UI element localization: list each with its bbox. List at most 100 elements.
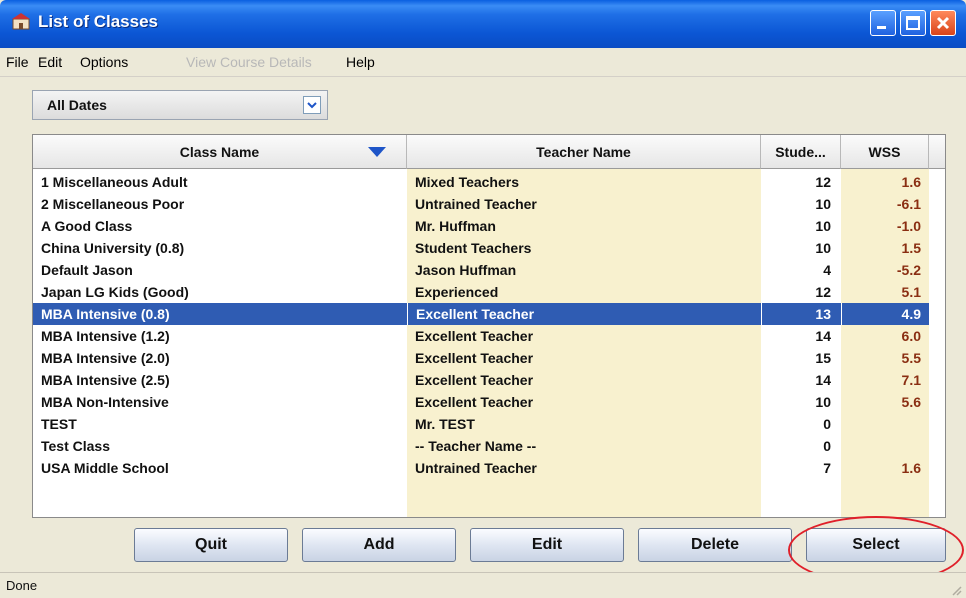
cell-class-name: MBA Non-Intensive	[33, 391, 407, 413]
cell-class-name: MBA Intensive (1.2)	[33, 325, 407, 347]
cell-teacher-name: Mr. Huffman	[407, 215, 761, 237]
cell-wss: 6.0	[841, 325, 929, 347]
cell-wss: 7.1	[841, 369, 929, 391]
cell-students: 0	[761, 413, 841, 435]
cell-class-name: MBA Intensive (0.8)	[33, 303, 407, 325]
resize-grip-icon[interactable]	[950, 584, 962, 596]
cell-students: 10	[761, 391, 841, 413]
cell-class-name: Japan LG Kids (Good)	[33, 281, 407, 303]
cell-wss: -1.0	[841, 215, 929, 237]
title-bar[interactable]: List of Classes	[0, 0, 966, 48]
table-row[interactable]: China University (0.8) Student Teachers 10…	[33, 237, 929, 259]
column-header-teacher-name[interactable]: Teacher Name	[407, 135, 761, 169]
cell-teacher-name: Excellent Teacher	[407, 347, 761, 369]
cell-students: 10	[761, 237, 841, 259]
column-header-label: Class Name	[179, 144, 260, 160]
column-header-students[interactable]: Stude...	[761, 135, 841, 169]
cell-students: 14	[761, 369, 841, 391]
menu-bar: File Edit Options View Course Details He…	[0, 48, 966, 77]
table-row[interactable]: MBA Non-Intensive Excellent Teacher 10 5.6	[33, 391, 929, 413]
cell-students: 12	[761, 281, 841, 303]
sort-descending-icon	[368, 147, 386, 157]
cell-wss: 1.6	[841, 171, 929, 193]
cell-wss	[841, 435, 929, 457]
cell-teacher-name: -- Teacher Name --	[407, 435, 761, 457]
cell-class-name: 1 Miscellaneous Adult	[33, 171, 407, 193]
minimize-icon	[877, 26, 886, 29]
cell-class-name: Default Jason	[33, 259, 407, 281]
maximize-icon	[906, 16, 920, 30]
table-row[interactable]: MBA Intensive (2.0) Excellent Teacher 15 5.…	[33, 347, 929, 369]
date-filter-dropdown[interactable]: All Dates	[32, 90, 328, 120]
close-button[interactable]	[930, 10, 956, 36]
cell-class-name: Test Class	[33, 435, 407, 457]
cell-teacher-name: Excellent Teacher	[407, 391, 761, 413]
cell-students: 12	[761, 171, 841, 193]
table-row[interactable]: 2 Miscellaneous Poor Untrained Teacher 10-…	[33, 193, 929, 215]
cell-teacher-name: Excellent Teacher	[407, 369, 761, 391]
cell-wss: -6.1	[841, 193, 929, 215]
cell-students: 13	[761, 303, 841, 325]
cell-wss: 5.1	[841, 281, 929, 303]
column-header-class-name[interactable]: Class Name	[33, 135, 407, 169]
cell-wss: -5.2	[841, 259, 929, 281]
maximize-button[interactable]	[900, 10, 926, 36]
table-row[interactable]: TEST Mr. TEST 0	[33, 413, 929, 435]
app-icon	[12, 13, 30, 30]
cell-class-name: MBA Intensive (2.0)	[33, 347, 407, 369]
cell-teacher-name: Untrained Teacher	[407, 193, 761, 215]
column-header-filler	[929, 135, 945, 169]
menu-edit[interactable]: Edit	[38, 54, 62, 70]
cell-teacher-name: Excellent Teacher	[407, 303, 761, 325]
cell-teacher-name: Jason Huffman	[407, 259, 761, 281]
table-row[interactable]: 1 Miscellaneous Adult Mixed Teachers 12 1.6	[33, 171, 929, 193]
table-row[interactable]: Japan LG Kids (Good) Experienced 12 5.1	[33, 281, 929, 303]
date-filter-value: All Dates	[47, 97, 107, 113]
menu-options[interactable]: Options	[80, 54, 128, 70]
menu-help[interactable]: Help	[346, 54, 375, 70]
cell-wss: 5.5	[841, 347, 929, 369]
cell-wss	[841, 413, 929, 435]
table-row[interactable]: MBA Intensive (2.5) Excellent Teacher 14 7.…	[33, 369, 929, 391]
minimize-button[interactable]	[870, 10, 896, 36]
cell-teacher-name: Excellent Teacher	[407, 325, 761, 347]
dropdown-arrow-button[interactable]	[303, 96, 321, 114]
cell-teacher-name: Untrained Teacher	[407, 457, 761, 479]
add-button[interactable]: Add	[302, 528, 456, 562]
cell-students: 14	[761, 325, 841, 347]
menu-file[interactable]: File	[6, 54, 29, 70]
table-row[interactable]: Test Class -- Teacher Name -- 0	[33, 435, 929, 457]
quit-button[interactable]: Quit	[134, 528, 288, 562]
table-row[interactable]: Default Jason Jason Huffman 4 -5.2	[33, 259, 929, 281]
cell-students: 7	[761, 457, 841, 479]
cell-wss: 5.6	[841, 391, 929, 413]
table-row[interactable]: A Good Class Mr. Huffman 10 -1.0	[33, 215, 929, 237]
table-row[interactable]: USA Middle School Untrained Teacher 7 1.6	[33, 457, 929, 479]
cell-students: 15	[761, 347, 841, 369]
cell-class-name: China University (0.8)	[33, 237, 407, 259]
column-header-label: Teacher Name	[536, 144, 631, 160]
cell-students: 10	[761, 215, 841, 237]
column-header-wss[interactable]: WSS	[841, 135, 929, 169]
classes-table: Class Name Teacher Name Stude... WSS 1 M…	[32, 134, 946, 518]
cell-wss: 1.6	[841, 457, 929, 479]
edit-button[interactable]: Edit	[470, 528, 624, 562]
cell-class-name: USA Middle School	[33, 457, 407, 479]
chevron-down-icon	[307, 102, 317, 109]
cell-students: 10	[761, 193, 841, 215]
column-header-label: WSS	[868, 144, 901, 160]
close-icon	[936, 16, 950, 30]
menu-view-course-details[interactable]: View Course Details	[186, 54, 312, 70]
cell-teacher-name: Mixed Teachers	[407, 171, 761, 193]
cell-students: 4	[761, 259, 841, 281]
window-title: List of Classes	[38, 12, 158, 31]
column-header-label: Stude...	[775, 144, 826, 160]
cell-teacher-name: Mr. TEST	[407, 413, 761, 435]
cell-class-name: A Good Class	[33, 215, 407, 237]
table-row[interactable]: MBA Intensive (0.8) Excellent Teacher 13 4.…	[33, 303, 929, 325]
cell-students: 0	[761, 435, 841, 457]
status-bar: Done	[0, 572, 966, 598]
delete-button[interactable]: Delete	[638, 528, 792, 562]
status-text: Done	[6, 578, 38, 593]
table-row[interactable]: MBA Intensive (1.2) Excellent Teacher 14 6.…	[33, 325, 929, 347]
